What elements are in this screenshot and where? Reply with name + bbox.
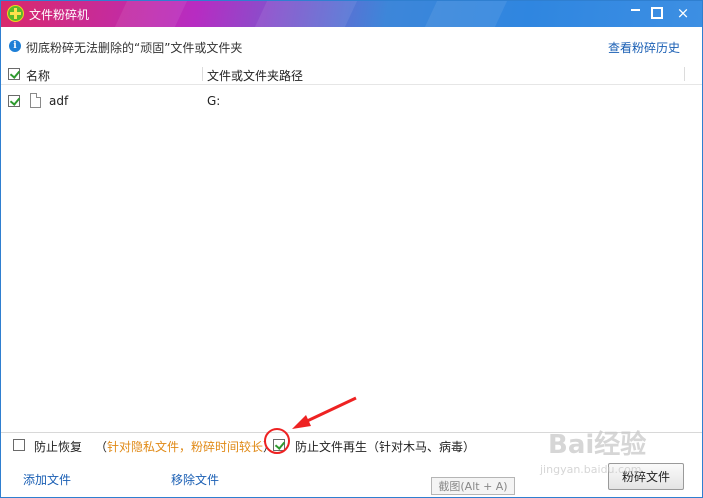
info-bar: i 彻底粉碎无法删除的“顽固”文件或文件夹 查看粉碎历史 <box>1 28 702 65</box>
note-text: 针对隐私文件，粉碎时间较长 <box>107 440 264 454</box>
title-bar-decoration <box>254 1 358 27</box>
minimize-button[interactable] <box>623 3 647 23</box>
file-path: G: <box>207 94 221 108</box>
table-header: 名称 文件或文件夹路径 <box>1 64 702 85</box>
window-title: 文件粉碎机 <box>29 8 90 22</box>
app-logo-icon <box>7 5 24 22</box>
watermark-logo: Bai经验 <box>548 430 647 460</box>
prevent-recovery-note: （针对隐私文件，粉碎时间较长） <box>95 438 275 455</box>
info-icon: i <box>9 40 21 52</box>
minimize-icon <box>630 9 640 11</box>
column-divider[interactable] <box>202 67 203 81</box>
file-list[interactable]: adf G: <box>1 85 702 433</box>
table-row[interactable]: adf G: <box>1 92 702 112</box>
prevent-recovery-checkbox[interactable] <box>13 439 25 451</box>
prevent-recovery-label[interactable]: 防止恢复 <box>34 438 82 455</box>
title-bar-decoration <box>114 1 188 27</box>
add-files-link[interactable]: 添加文件 <box>23 471 71 488</box>
title-bar-decoration <box>424 1 508 27</box>
maximize-icon <box>651 7 663 19</box>
column-divider[interactable] <box>684 67 685 81</box>
screenshot-tooltip: 截图(Alt + A) <box>431 477 515 495</box>
view-shred-history-link[interactable]: 查看粉碎历史 <box>608 39 680 56</box>
row-checkbox[interactable] <box>8 95 20 107</box>
watermark-url: jingyan.baidu.com <box>540 463 642 476</box>
prevent-regeneration-label[interactable]: 防止文件再生（针对木马、病毒） <box>295 438 475 455</box>
column-header-path[interactable]: 文件或文件夹路径 <box>207 67 303 84</box>
note-open-paren: （ <box>95 440 108 454</box>
maximize-button[interactable] <box>645 3 669 23</box>
column-header-name[interactable]: 名称 <box>26 67 50 84</box>
close-button[interactable]: × <box>671 3 695 23</box>
annotation-circle <box>264 428 290 454</box>
file-name: adf <box>49 94 69 108</box>
file-icon <box>30 93 41 108</box>
select-all-checkbox[interactable] <box>8 68 20 80</box>
remove-files-link[interactable]: 移除文件 <box>171 471 219 488</box>
title-bar[interactable]: 文件粉碎机 × <box>1 1 702 27</box>
info-text: 彻底粉碎无法删除的“顽固”文件或文件夹 <box>26 41 243 55</box>
